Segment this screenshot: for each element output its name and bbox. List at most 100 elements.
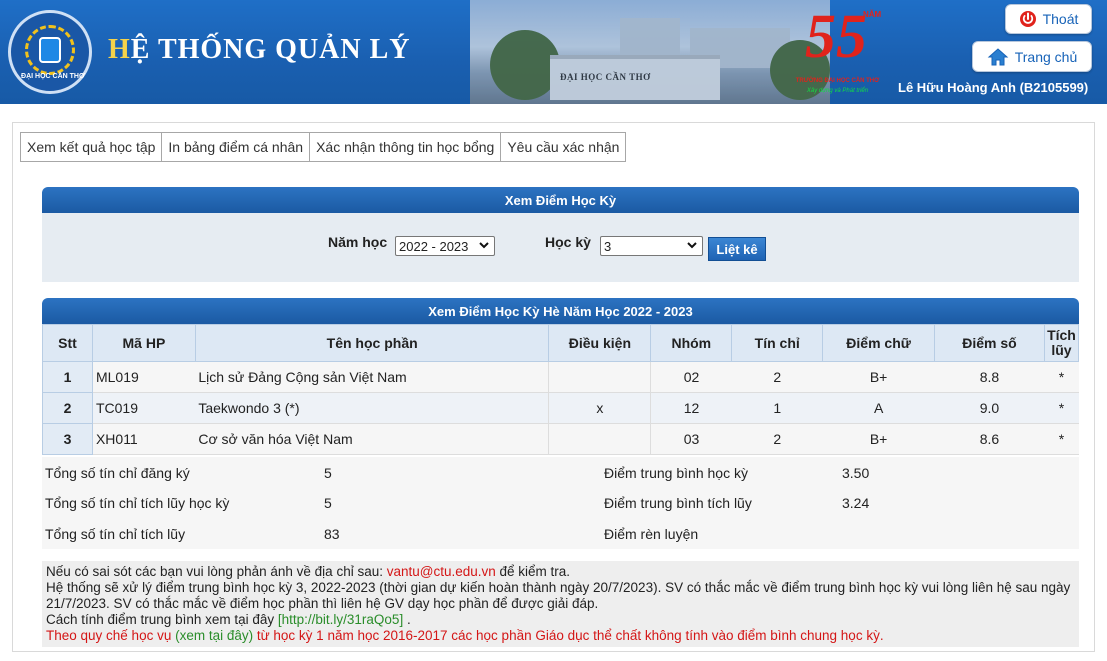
grades-header-row: Stt Mã HP Tên học phần Điều kiện Nhóm Tí…: [42, 324, 1080, 362]
anniversary-slogan: Xây dựng và Phát triển: [806, 88, 869, 94]
logo-text: ĐẠI HỌC CẦN THƠ: [21, 73, 85, 80]
gpa-accum-value: 3.24: [842, 495, 870, 511]
select-chevron-icon: [686, 238, 698, 255]
list-button[interactable]: Liệt kê: [708, 237, 766, 261]
anniversary-unit: NĂM: [863, 10, 882, 19]
university-logo: ĐẠI HỌC CẦN THƠ: [8, 10, 92, 94]
cell-accum: *: [1044, 361, 1079, 393]
system-title-rest: Ệ THỐNG QUẢN LÝ: [130, 34, 411, 65]
col-ten-hoc-phan: Tên học phần: [194, 324, 550, 362]
regulation-link[interactable]: (xem tại đây): [175, 628, 253, 643]
cell-credits: 2: [731, 361, 823, 393]
tab-yeu-cau-xac-nhan[interactable]: Yêu cầu xác nhận: [501, 133, 626, 161]
user-name: Lê Hữu Hoàng Anh (B2105599): [898, 80, 1089, 95]
gpa-method-link[interactable]: [http://bit.ly/31raQo5]: [278, 612, 403, 627]
note-text: từ học kỳ 1 năm học 2016-2017 các học ph…: [253, 628, 884, 643]
conduct-score-label: Điểm rèn luyện: [604, 526, 699, 542]
cell-condition: [548, 361, 651, 393]
campus-gate-text: ĐẠI HỌC CẦN THƠ: [560, 72, 651, 82]
main-panel: Xem kết quả học tập In bảng điểm cá nhân…: [12, 122, 1095, 652]
grades-section-title: Xem Điểm Học Kỳ Hè Năm Học 2022 - 2023: [42, 298, 1079, 324]
gpa-semester-label: Điểm trung bình học kỳ: [604, 465, 748, 481]
logo-emblem: [39, 37, 61, 63]
cell-score: 9.0: [934, 392, 1045, 424]
cell-group: 02: [650, 361, 732, 393]
campus-photo: ĐẠI HỌC CẦN THƠ: [470, 0, 830, 104]
cell-name: Cơ sở văn hóa Việt Nam: [195, 423, 549, 455]
col-dieu-kien: Điều kiện: [548, 324, 652, 362]
cell-condition: [548, 423, 651, 455]
filter-section-title: Xem Điểm Học Kỳ: [42, 187, 1079, 213]
site-header: ĐẠI HỌC CẦN THƠ HỆ THỐNG QUẢN LÝ ĐẠI HỌC…: [0, 0, 1107, 104]
note-line-3: Cách tính điểm trung bình xem tại đây [h…: [46, 612, 1075, 628]
total-accum-credits-label: Tổng số tín chỉ tích lũy: [45, 526, 186, 542]
cell-accum: *: [1044, 423, 1079, 455]
grades-table: Stt Mã HP Tên học phần Điều kiện Nhóm Tí…: [42, 324, 1080, 455]
col-nhom: Nhóm: [650, 324, 733, 362]
year-label: Năm học: [328, 234, 388, 250]
registered-credits-label: Tổng số tín chỉ đăng ký: [45, 465, 190, 481]
cell-group: 12: [650, 392, 732, 424]
filter-box: Năm học 2022 - 2023 Học kỳ 3 Liệt kê: [42, 213, 1079, 282]
registered-credits-value: 5: [324, 465, 332, 481]
cell-condition: x: [548, 392, 651, 424]
note-text: Nếu có sai sót các bạn vui lòng phản ánh…: [46, 564, 387, 579]
cell-name: Taekwondo 3 (*): [195, 392, 549, 424]
note-text: .: [403, 612, 411, 627]
home-icon: [987, 47, 1009, 65]
cell-code: ML019: [92, 361, 196, 393]
col-diem-so: Điểm số: [934, 324, 1045, 362]
gpa-semester-value: 3.50: [842, 465, 870, 481]
anniversary-caption: TRƯỜNG ĐẠI HỌC CẦN THƠ: [795, 78, 880, 84]
power-icon: [1019, 11, 1036, 27]
col-diem-chu: Điểm chữ: [822, 324, 936, 362]
tab-in-bang-diem-ca-nhan[interactable]: In bảng điểm cá nhân: [162, 133, 311, 161]
note-text: Theo quy chế học vụ: [46, 628, 176, 643]
year-select-value: 2022 - 2023: [399, 238, 469, 254]
cell-stt: 2: [42, 392, 93, 424]
cell-stt: 1: [42, 361, 93, 393]
total-accum-credits-value: 83: [324, 526, 340, 542]
gpa-accum-label: Điểm trung bình tích lũy: [604, 495, 752, 511]
anniversary-badge: 55 NĂM TRƯỜNG ĐẠI HỌC CẦN THƠ Xây dựng v…: [785, 6, 890, 98]
note-line-4: Theo quy chế học vụ (xem tại đây) từ học…: [46, 628, 1075, 644]
select-chevron-icon: [478, 238, 490, 255]
col-tich-luy: Tích lũy: [1043, 324, 1080, 362]
table-row: 3 XH011 Cơ sở văn hóa Việt Nam 03 2 B+ 8…: [42, 423, 1079, 455]
summary-box: Tổng số tín chỉ đăng ký 5 Tổng số tín ch…: [42, 457, 1079, 549]
note-line-1: Nếu có sai sót các bạn vui lòng phản ánh…: [46, 564, 1075, 580]
tab-xac-nhan-thong-tin-hoc-bong[interactable]: Xác nhận thông tin học bổng: [310, 133, 502, 161]
notes-box: Nếu có sai sót các bạn vui lòng phản ánh…: [42, 561, 1079, 647]
cell-accum: *: [1044, 392, 1079, 424]
logout-button[interactable]: Thoát: [1005, 4, 1092, 34]
semester-select[interactable]: 3: [600, 236, 703, 256]
cell-score: 8.8: [934, 361, 1045, 393]
semester-label: Học kỳ: [545, 234, 591, 250]
system-title-initial: H: [108, 34, 131, 65]
table-row: 2 TC019 Taekwondo 3 (*) x 12 1 A 9.0 *: [42, 392, 1079, 424]
cell-stt: 3: [42, 423, 93, 455]
cell-letter: A: [822, 392, 935, 424]
cell-letter: B+: [822, 423, 935, 455]
anniversary-number: 55: [805, 3, 867, 71]
year-select[interactable]: 2022 - 2023: [395, 236, 495, 256]
home-button[interactable]: Trang chủ: [972, 41, 1092, 72]
table-row: 1 ML019 Lịch sử Đảng Cộng sản Việt Nam 0…: [42, 361, 1079, 393]
note-text: Cách tính điểm trung bình xem tại đây: [46, 612, 278, 627]
home-label: Trang chủ: [1014, 48, 1078, 65]
cell-letter: B+: [822, 361, 935, 393]
tab-xem-ket-qua-hoc-tap[interactable]: Xem kết quả học tập: [21, 133, 163, 161]
tab-bar: Xem kết quả học tập In bảng điểm cá nhân…: [20, 132, 627, 162]
system-title: HỆ THỐNG QUẢN LÝ: [108, 34, 411, 66]
contact-email-link[interactable]: vantu@ctu.edu.vn: [387, 564, 496, 579]
cell-group: 03: [650, 423, 732, 455]
note-text: để kiểm tra.: [495, 564, 571, 579]
semester-select-value: 3: [604, 238, 612, 254]
semester-accum-credits-label: Tổng số tín chỉ tích lũy học kỳ: [45, 495, 230, 511]
col-stt: Stt: [42, 324, 93, 362]
cell-credits: 1: [731, 392, 823, 424]
col-tin-chi: Tín chỉ: [731, 324, 824, 362]
cell-code: XH011: [92, 423, 196, 455]
semester-accum-credits-value: 5: [324, 495, 332, 511]
cell-credits: 2: [731, 423, 823, 455]
